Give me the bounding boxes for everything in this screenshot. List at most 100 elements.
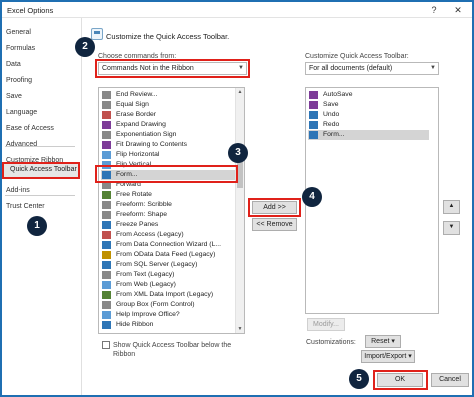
list-item[interactable]: From OData Data Feed (Legacy) — [101, 250, 235, 260]
sidebar-separator — [5, 146, 75, 147]
customize-toolbar-label: Customize Quick Access Toolbar: — [305, 53, 409, 60]
command-icon — [102, 211, 111, 219]
list-item[interactable]: Hide Ribbon — [101, 320, 235, 330]
command-icon — [102, 111, 111, 119]
cancel-button[interactable]: Cancel — [431, 373, 469, 387]
list-item-label: From Access (Legacy) — [116, 231, 184, 238]
window-title: Excel Options — [7, 6, 54, 15]
command-icon — [102, 101, 111, 109]
list-item-label: Freeform: Scribble — [116, 201, 172, 208]
list-item[interactable]: Expand Drawing — [101, 120, 235, 130]
show-below-ribbon-label: Show Quick Access Toolbar below the Ribb… — [113, 342, 232, 358]
list-item[interactable]: Freeform: Scribble — [101, 200, 235, 210]
sidebar-item[interactable]: Trust Center — [6, 200, 45, 214]
sidebar-item[interactable]: Ease of Access — [6, 122, 54, 136]
list-item-label: Group Box (Form Control) — [116, 301, 195, 308]
list-item-label: Redo — [323, 121, 340, 128]
command-icon — [102, 301, 111, 309]
list-item[interactable]: Exponentiation Sign — [101, 130, 235, 140]
command-icon — [102, 311, 111, 319]
list-item-label: From Web (Legacy) — [116, 281, 176, 288]
help-button[interactable]: ? — [426, 4, 442, 16]
list-item[interactable]: Flip Horizontal — [101, 150, 235, 160]
sidebar-item[interactable]: Save — [6, 90, 22, 104]
sidebar-item[interactable]: Advanced — [6, 138, 37, 152]
command-icon — [102, 321, 111, 329]
sidebar-item[interactable]: Language — [6, 106, 37, 120]
list-item[interactable]: From Text (Legacy) — [101, 270, 235, 280]
step-badge-5: 5 — [349, 369, 369, 389]
list-item-label: Erase Border — [116, 111, 157, 118]
command-icon — [102, 261, 111, 269]
show-below-ribbon-checkbox[interactable] — [102, 341, 110, 349]
sidebar-item[interactable]: Proofing — [6, 74, 32, 88]
toolbar-items-list[interactable]: AutoSave Save Undo Redo Form... — [305, 87, 439, 314]
list-item[interactable]: Equal Sign — [101, 100, 235, 110]
import-export-button[interactable]: Import/Export ▾ — [361, 350, 415, 363]
sidebar-item[interactable]: Data — [6, 58, 21, 72]
list-item[interactable]: Free Rotate — [101, 190, 235, 200]
move-down-button[interactable]: ▼ — [443, 221, 460, 235]
list-item[interactable]: Group Box (Form Control) — [101, 300, 235, 310]
list-item-label: Free Rotate — [116, 191, 152, 198]
list-item[interactable]: Save — [308, 100, 429, 110]
list-item-label: Help Improve Office? — [116, 311, 180, 318]
list-item-label: AutoSave — [323, 91, 353, 98]
command-icon — [102, 151, 111, 159]
add-button-highlight — [248, 198, 301, 217]
sidebar-item-quick-access-toolbar[interactable]: Quick Access Toolbar — [2, 162, 80, 179]
list-item[interactable]: Freeform: Shape — [101, 210, 235, 220]
scroll-up-icon[interactable]: ▲ — [236, 88, 244, 96]
list-item[interactable]: Undo — [308, 110, 429, 120]
command-icon — [102, 251, 111, 259]
list-item-label: Freeze Panes — [116, 221, 159, 228]
list-item-label: Equal Sign — [116, 101, 149, 108]
scroll-down-icon[interactable]: ▼ — [236, 325, 244, 333]
remove-button[interactable]: << Remove — [252, 218, 297, 231]
toolbar-icon — [91, 28, 103, 40]
dropdown-value: For all documents (default) — [309, 65, 393, 72]
list-item[interactable]: Fit Drawing to Contents — [101, 140, 235, 150]
command-icon — [309, 101, 318, 109]
command-icon — [102, 271, 111, 279]
list-item[interactable]: From Data Connection Wizard (L... — [101, 240, 235, 250]
list-item-label: From Text (Legacy) — [116, 271, 175, 278]
move-up-button[interactable]: ▲ — [443, 200, 460, 214]
step-badge-3: 3 — [228, 143, 248, 163]
commands-list[interactable]: End Review... Equal Sign Erase Border Expan… — [98, 87, 245, 334]
list-item[interactable]: End Review... — [101, 90, 235, 100]
command-icon — [309, 131, 318, 139]
close-button[interactable]: ✕ — [450, 4, 466, 16]
commands-scrollbar[interactable]: ▲ ▼ — [235, 88, 244, 333]
list-item-label: Freeform: Shape — [116, 211, 167, 218]
customize-toolbar-dropdown[interactable]: For all documents (default) ▼ — [305, 62, 439, 75]
list-item[interactable]: Erase Border — [101, 110, 235, 120]
command-icon — [102, 191, 111, 199]
command-icon — [102, 241, 111, 249]
list-item[interactable]: From XML Data Import (Legacy) — [101, 290, 235, 300]
list-item[interactable]: From SQL Server (Legacy) — [101, 260, 235, 270]
command-icon — [309, 111, 318, 119]
list-item-label: Undo — [323, 111, 340, 118]
sidebar-item[interactable]: General — [6, 26, 31, 40]
list-item-label: From Data Connection Wizard (L... — [116, 241, 222, 248]
step-badge-1: 1 — [27, 216, 47, 236]
list-item[interactable]: From Web (Legacy) — [101, 280, 235, 290]
list-item[interactable]: AutoSave — [308, 90, 429, 100]
list-item[interactable]: Redo — [308, 120, 429, 130]
list-item[interactable]: Form... — [308, 130, 429, 140]
reset-button[interactable]: Reset ▾ — [365, 335, 401, 348]
arrow-up-icon: ▲ — [448, 203, 455, 209]
list-item[interactable]: Freeze Panes — [101, 220, 235, 230]
page-heading: Customize the Quick Access Toolbar. — [106, 32, 230, 41]
list-item-label: From OData Data Feed (Legacy) — [116, 251, 216, 258]
title-bar: Excel Options ? ✕ — [2, 2, 472, 18]
list-item[interactable]: Help Improve Office? — [101, 310, 235, 320]
modify-button[interactable]: Modify... — [307, 318, 345, 331]
list-item[interactable]: From Access (Legacy) — [101, 230, 235, 240]
sidebar-item[interactable]: Formulas — [6, 42, 35, 56]
command-icon — [102, 281, 111, 289]
sidebar-separator — [5, 195, 75, 196]
form-command-highlight — [95, 165, 238, 183]
list-item-label: Save — [323, 101, 339, 108]
